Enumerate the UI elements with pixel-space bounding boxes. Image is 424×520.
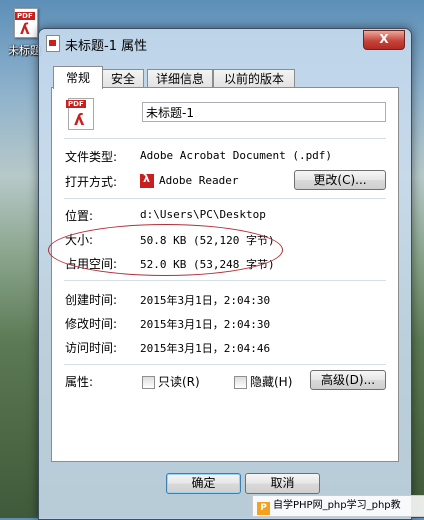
- advanced-button[interactable]: 高级(D)...: [310, 370, 386, 390]
- divider: [64, 364, 386, 365]
- pdf-icon: PDF ʎ: [14, 8, 38, 38]
- size-value: 50.8 KB (52,120 字节): [140, 234, 275, 247]
- title-bar[interactable]: 未标题-1 属性 X: [39, 29, 411, 57]
- tab-previous-versions[interactable]: 以前的版本: [213, 69, 295, 88]
- open-with-label: 打开方式:: [65, 175, 118, 189]
- location-value: d:\Users\PC\Desktop: [140, 208, 266, 221]
- size-on-disk-value: 52.0 KB (53,248 字节): [140, 258, 275, 271]
- divider: [64, 138, 386, 139]
- hidden-checkbox[interactable]: [234, 376, 247, 389]
- ok-button[interactable]: 确定: [166, 473, 241, 494]
- tab-details[interactable]: 详细信息: [147, 69, 213, 88]
- attributes-label: 属性:: [65, 375, 94, 389]
- file-type-value: Adobe Acrobat Document (.pdf): [140, 149, 333, 162]
- change-button[interactable]: 更改(C)...: [294, 170, 386, 190]
- readonly-checkbox[interactable]: [142, 376, 155, 389]
- hidden-label: 隐藏(H): [250, 375, 293, 389]
- readonly-label: 只读(R): [158, 375, 200, 389]
- size-on-disk-label: 占用空间:: [65, 257, 118, 271]
- close-button[interactable]: X: [363, 30, 405, 50]
- location-label: 位置:: [65, 209, 94, 223]
- file-name-input[interactable]: 未标题-1: [142, 102, 386, 122]
- tab-general[interactable]: 常规: [53, 66, 103, 89]
- created-label: 创建时间:: [65, 293, 118, 307]
- tab-security[interactable]: 安全: [102, 69, 144, 88]
- accessed-label: 访问时间:: [65, 341, 118, 355]
- divider: [64, 198, 386, 199]
- desktop-pdf-file-icon[interactable]: PDF ʎ 未标题: [6, 4, 42, 57]
- properties-window: 未标题-1 属性 X 常规 安全 详细信息 以前的版本 PDF ʎ 未标题-1 …: [38, 28, 412, 520]
- created-value: 2015年3月1日，2:04:30: [140, 294, 271, 307]
- accessed-value: 2015年3月1日，2:04:46: [140, 342, 271, 355]
- size-label: 大小:: [65, 233, 94, 247]
- modified-value: 2015年3月1日，2:04:30: [140, 318, 271, 331]
- pdf-tag: PDF: [15, 12, 35, 20]
- acrobat-logo-icon: ʎ: [20, 20, 30, 38]
- divider: [64, 280, 386, 281]
- watermark-text: 自学PHP网_php学习_php教: [273, 500, 401, 511]
- cancel-button[interactable]: 取消: [245, 473, 320, 494]
- open-with-value: Adobe Reader: [159, 174, 239, 187]
- php-logo-icon: P: [257, 502, 270, 515]
- window-title: 未标题-1 属性: [65, 39, 148, 54]
- pdf-title-icon: [46, 35, 60, 52]
- adobe-reader-icon: [140, 172, 154, 188]
- site-watermark: P 自学PHP网_php学习_php教: [252, 495, 424, 517]
- modified-label: 修改时间:: [65, 317, 118, 331]
- general-tab-panel: PDF ʎ 未标题-1 文件类型: Adobe Acrobat Document…: [51, 87, 399, 462]
- file-type-label: 文件类型:: [65, 150, 118, 164]
- pdf-file-icon: PDF ʎ: [66, 98, 94, 130]
